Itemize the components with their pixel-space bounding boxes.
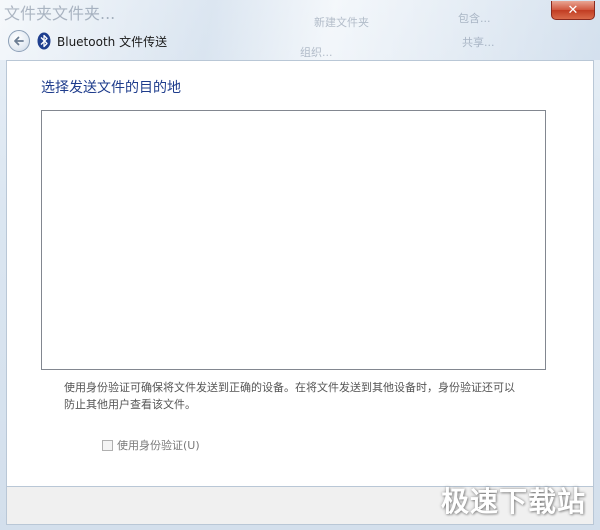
background-item: 组织...	[300, 46, 333, 59]
background-item: 共享...	[462, 36, 495, 49]
description-line: 使用身份验证可确保将文件发送到正确的设备。在将文件发送到其他设备时，身份验证还可…	[64, 381, 515, 394]
background-window-title: 文件夹文件夹...	[4, 4, 116, 23]
back-arrow-icon	[14, 36, 24, 46]
background-item: 新建文件夹	[314, 16, 369, 29]
page-heading: 选择发送文件的目的地	[41, 80, 181, 96]
use-authentication-option[interactable]: 使用身份验证(U)	[102, 437, 200, 453]
bluetooth-icon	[37, 32, 51, 50]
device-list[interactable]	[41, 110, 546, 370]
watermark-logo: 极速下载站	[440, 485, 586, 518]
content-panel: 选择发送文件的目的地 使用身份验证可确保将文件发送到正确的设备。在将文件发送到其…	[6, 60, 594, 487]
description-line: 防止其他用户查看该文件。	[64, 398, 196, 411]
background-item: 包含...	[458, 12, 491, 25]
use-authentication-checkbox[interactable]	[102, 439, 113, 451]
authentication-description: 使用身份验证可确保将文件发送到正确的设备。在将文件发送到其他设备时，身份验证还可…	[64, 379, 534, 413]
back-button[interactable]	[8, 30, 30, 52]
close-icon: ✕	[567, 2, 579, 18]
use-authentication-label: 使用身份验证(U)	[117, 439, 200, 452]
window-title: Bluetooth 文件传送	[57, 35, 168, 49]
close-button[interactable]: ✕	[551, 1, 595, 20]
